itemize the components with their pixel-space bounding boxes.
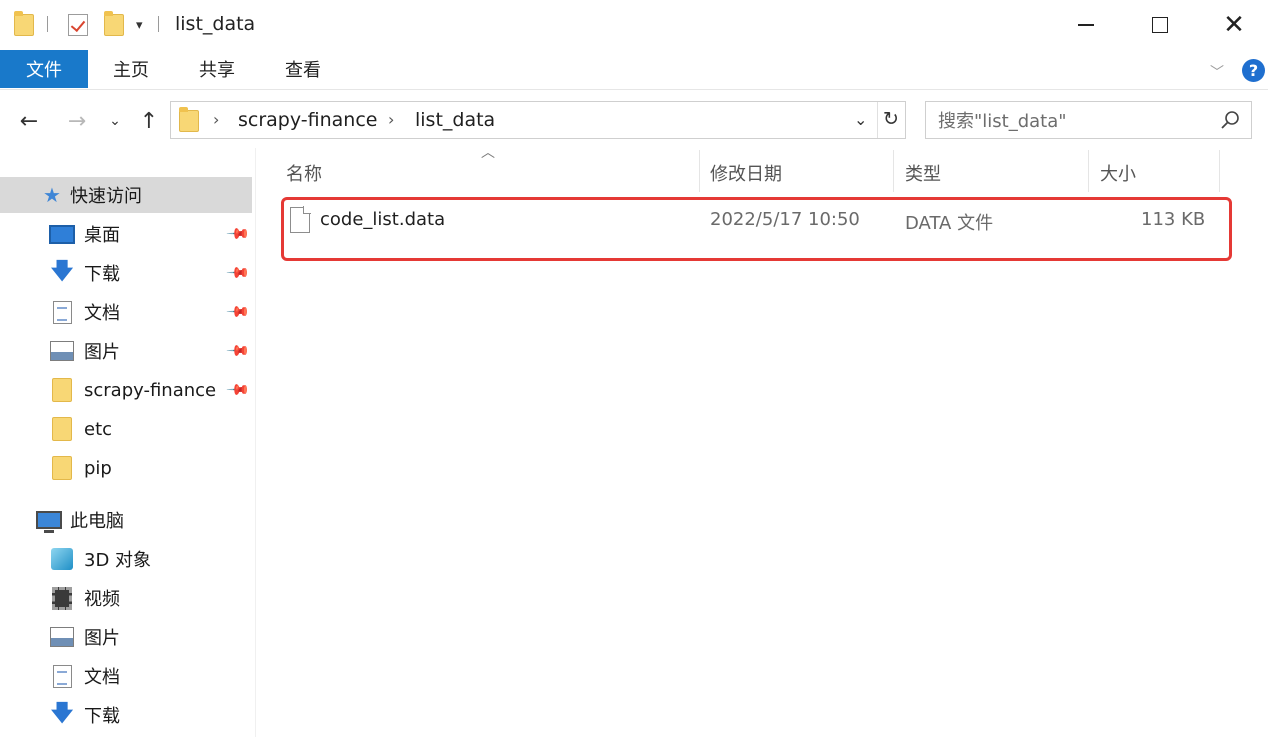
pin-icon[interactable]: 📌 [225,221,251,247]
nav-item-desktop[interactable]: 桌面 📌 [0,216,252,252]
toolbar-divider [47,16,48,32]
folder-icon [179,107,199,132]
maximize-button[interactable] [1138,8,1182,42]
pin-icon[interactable]: 📌 [225,377,251,403]
tab-home[interactable]: 主页 [100,50,162,88]
computer-icon [36,509,62,533]
expand-ribbon-icon[interactable]: ﹀ [1210,62,1224,82]
file-size: 113 KB [1141,209,1206,230]
nav-item-videos[interactable]: 视频 [0,580,252,616]
video-icon [49,586,75,610]
nav-label: 下载 [84,264,120,285]
ribbon: 文件 主页 共享 查看 ﹀ ? [0,50,1268,90]
nav-this-pc[interactable]: 此电脑 [0,502,252,538]
tab-view[interactable]: 查看 [272,50,334,88]
window-title: list_data [175,13,256,35]
file-icon [290,206,311,233]
column-divider[interactable] [1219,150,1220,192]
nav-item-documents[interactable]: 文档 📌 [0,294,252,330]
properties-icon[interactable] [68,12,88,38]
download-icon: 🡇 [50,259,74,284]
folder-icon [49,456,75,480]
pin-icon[interactable]: 📌 [225,338,251,364]
cube-icon [49,548,75,570]
folder-icon [49,417,75,441]
back-arrow-icon[interactable]: ← [14,104,44,138]
nav-item-pc-downloads[interactable]: 🡇 下载 [0,697,252,733]
nav-item-pip[interactable]: pip [0,450,252,486]
sort-ascending-icon: ︿ [481,145,495,161]
pin-icon[interactable]: 📌 [225,299,251,325]
address-bar[interactable]: › scrapy-finance › list_data ⌄ ↻ [170,101,906,139]
breadcrumb-separator-icon[interactable]: › [213,110,219,129]
column-divider[interactable] [1088,150,1089,192]
nav-label: etc [84,418,113,440]
nav-label: 桌面 [84,225,120,246]
search-input[interactable] [938,110,1208,132]
tab-share[interactable]: 共享 [186,50,248,88]
nav-label: 文档 [84,667,120,688]
help-icon[interactable]: ? [1242,59,1265,82]
column-header-modified[interactable]: 修改日期 [710,160,782,186]
column-header-type[interactable]: 类型 [905,160,941,186]
address-history-chevron-icon[interactable]: ⌄ [854,110,867,129]
breadcrumb-list-data[interactable]: list_data [415,109,495,131]
close-icon: ✕ [1223,10,1245,40]
nav-label: 图片 [84,342,120,363]
document-icon [49,664,75,688]
forward-arrow-icon[interactable]: → [62,104,92,138]
file-type: DATA 文件 [905,213,994,234]
picture-icon [49,626,75,648]
new-folder-icon[interactable] [104,11,124,38]
download-icon: 🡇 [50,701,74,726]
star-icon: ★ [43,183,61,207]
nav-label: pip [84,457,112,479]
breadcrumb-scrapy-finance[interactable]: scrapy-finance [238,109,377,131]
nav-item-pictures[interactable]: 图片 📌 [0,333,252,369]
nav-item-pc-pictures[interactable]: 图片 [0,619,252,655]
close-button[interactable]: ✕ [1212,8,1256,42]
folder-icon [14,11,34,38]
nav-label: 图片 [84,628,120,649]
desktop-icon [49,223,75,245]
search-box[interactable] [925,101,1252,139]
nav-item-etc[interactable]: etc [0,411,252,447]
folder-icon [49,378,75,402]
nav-label: scrapy-finance [84,379,217,401]
nav-label: 下载 [84,706,120,727]
nav-item-3d-objects[interactable]: 3D 对象 [0,541,252,577]
tab-file[interactable]: 文件 [0,50,88,88]
document-icon [49,300,75,324]
maximize-icon [1152,17,1168,33]
refresh-icon[interactable]: ↻ [883,108,899,130]
nav-label: 3D 对象 [84,550,152,571]
pin-icon[interactable]: 📌 [225,260,251,286]
toolbar-divider [158,16,159,32]
nav-label: 文档 [84,303,120,324]
nav-label: 视频 [84,589,120,610]
divider [877,102,878,138]
column-header-size[interactable]: 大小 [1100,160,1136,186]
nav-quick-access[interactable]: ★ 快速访问 [0,177,252,213]
search-icon[interactable] [1220,110,1240,130]
nav-item-downloads[interactable]: 🡇 下载 📌 [0,255,252,291]
minimize-icon [1078,24,1094,26]
nav-label: 此电脑 [70,511,124,532]
column-header-name[interactable]: 名称 [286,160,322,186]
breadcrumb-separator-icon[interactable]: › [388,110,394,129]
nav-item-scrapy-finance[interactable]: scrapy-finance 📌 [0,372,252,408]
column-divider[interactable] [699,150,700,192]
customize-toolbar-icon[interactable]: ▾ [136,12,143,38]
nav-item-pc-documents[interactable]: 文档 [0,658,252,694]
file-name[interactable]: code_list.data [320,209,445,230]
up-arrow-icon[interactable]: ↑ [134,104,164,138]
minimize-button[interactable] [1064,8,1108,42]
file-modified: 2022/5/17 10:50 [710,209,860,230]
title-bar: ▾ list_data ✕ [0,0,1268,50]
picture-icon [49,340,75,362]
nav-label: 快速访问 [70,186,142,207]
column-divider[interactable] [893,150,894,192]
recent-locations-chevron-icon[interactable]: ⌄ [104,104,126,138]
